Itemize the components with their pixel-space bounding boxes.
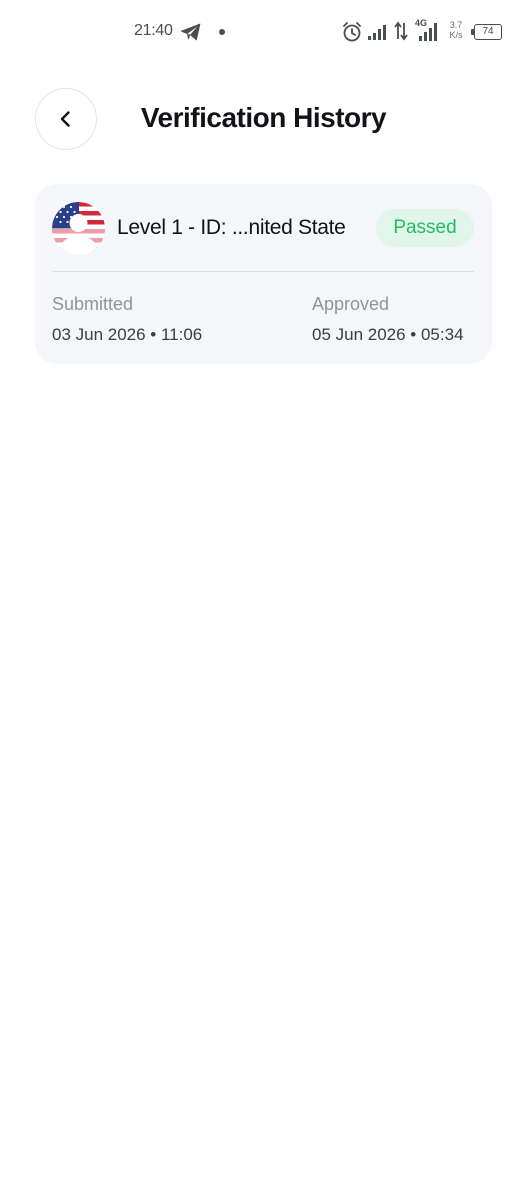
us-flag-icon xyxy=(52,202,105,255)
page-title: Verification History xyxy=(140,102,387,133)
header: Verification History xyxy=(0,88,527,150)
signal-strength-icon xyxy=(368,25,386,40)
verification-level-label: Level 1 - ID: ...nited State xyxy=(117,216,346,239)
network-speed: 3.7 K/s xyxy=(447,20,465,40)
submitted-date: 03 Jun 2026 • 11:06 xyxy=(52,325,203,344)
verification-record-card[interactable]: Level 1 - ID: ...nited State Passed Subm… xyxy=(35,184,492,364)
status-badge: Passed xyxy=(376,209,474,247)
signal-strength-icon-2 xyxy=(419,23,437,41)
network-speed-unit: K/s xyxy=(449,30,463,40)
battery-level: 74 xyxy=(482,26,494,37)
status-time: 21:40 xyxy=(134,22,173,39)
data-transfer-icon xyxy=(394,21,408,41)
approved-date: 05 Jun 2026 • 05:34 xyxy=(312,325,464,344)
telegram-icon xyxy=(180,23,201,41)
submitted-label: Submitted xyxy=(52,294,134,314)
network-speed-value: 3.7 xyxy=(449,20,463,30)
status-bar: 21:40 4G 3.7 K/s 74 xyxy=(0,0,527,64)
divider xyxy=(52,271,474,272)
approved-label: Approved xyxy=(312,294,390,314)
alarm-icon xyxy=(343,22,361,42)
battery-icon: 74 xyxy=(471,24,503,40)
notification-dot-icon xyxy=(219,29,225,35)
